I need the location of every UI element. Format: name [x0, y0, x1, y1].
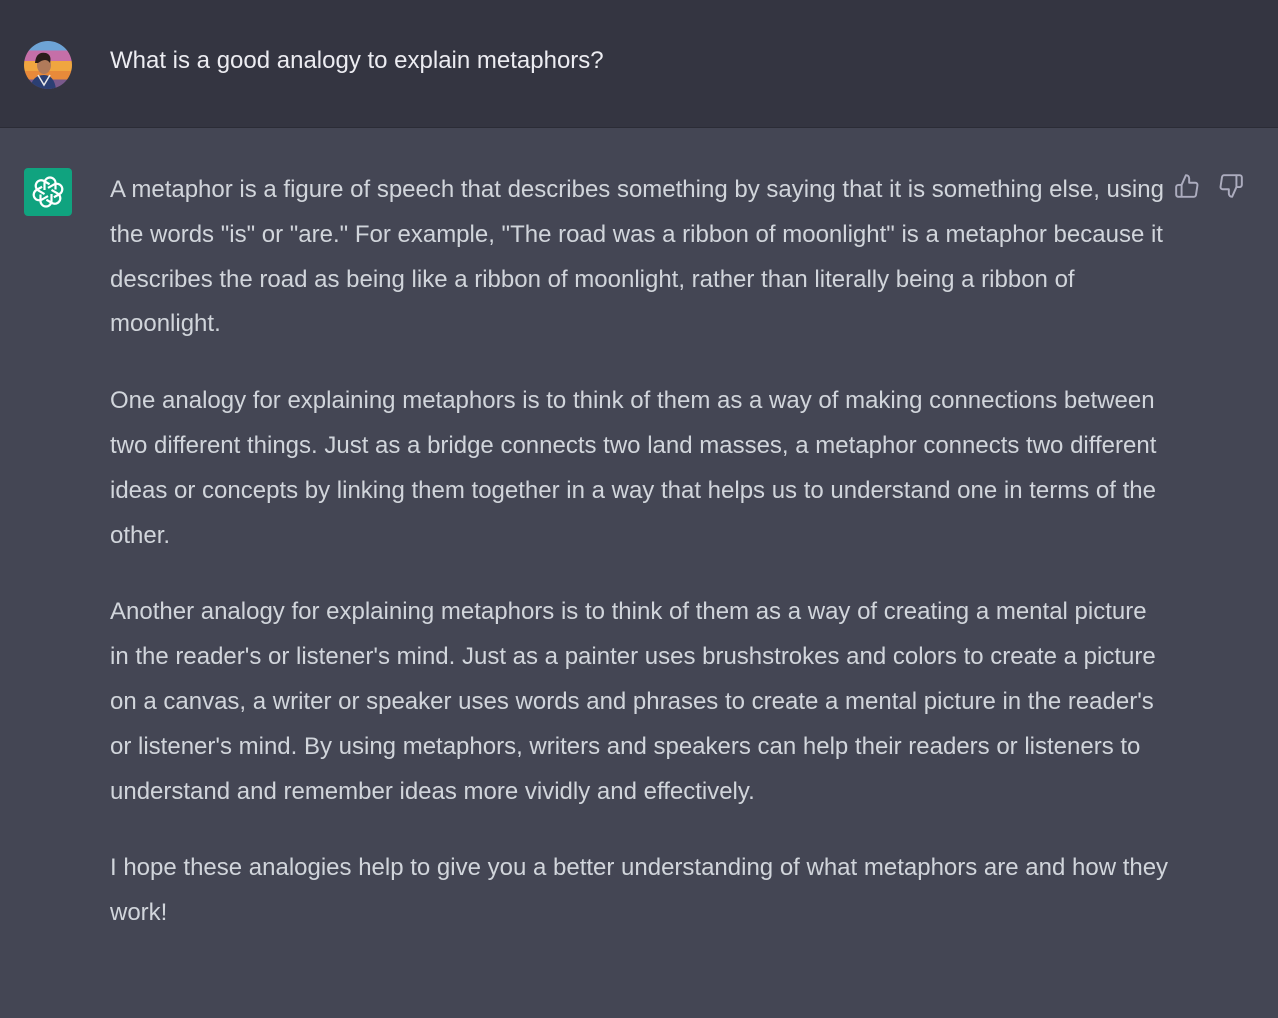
- user-avatar-icon: [30, 52, 56, 89]
- assistant-message-text: A metaphor is a figure of speech that de…: [110, 168, 1170, 968]
- assistant-message-row: A metaphor is a figure of speech that de…: [0, 128, 1278, 1018]
- answer-paragraph: One analogy for explaining metaphors is …: [110, 387, 1157, 549]
- user-message-text: What is a good analogy to explain metaph…: [110, 47, 604, 74]
- thumbs-down-icon: [1219, 174, 1243, 198]
- user-avatar: [24, 41, 72, 89]
- assistant-avatar: [24, 168, 72, 216]
- openai-logo-icon: [32, 176, 64, 208]
- answer-paragraph: Another analogy for explaining metaphors…: [110, 598, 1156, 805]
- answer-paragraph: I hope these analogies help to give you …: [110, 854, 1169, 927]
- thumbs-down-button[interactable]: [1217, 172, 1245, 200]
- thumbs-up-icon: [1175, 174, 1199, 198]
- user-message-row: What is a good analogy to explain metaph…: [0, 0, 1278, 128]
- answer-paragraph: A metaphor is a figure of speech that de…: [110, 176, 1164, 338]
- thumbs-up-button[interactable]: [1173, 172, 1201, 200]
